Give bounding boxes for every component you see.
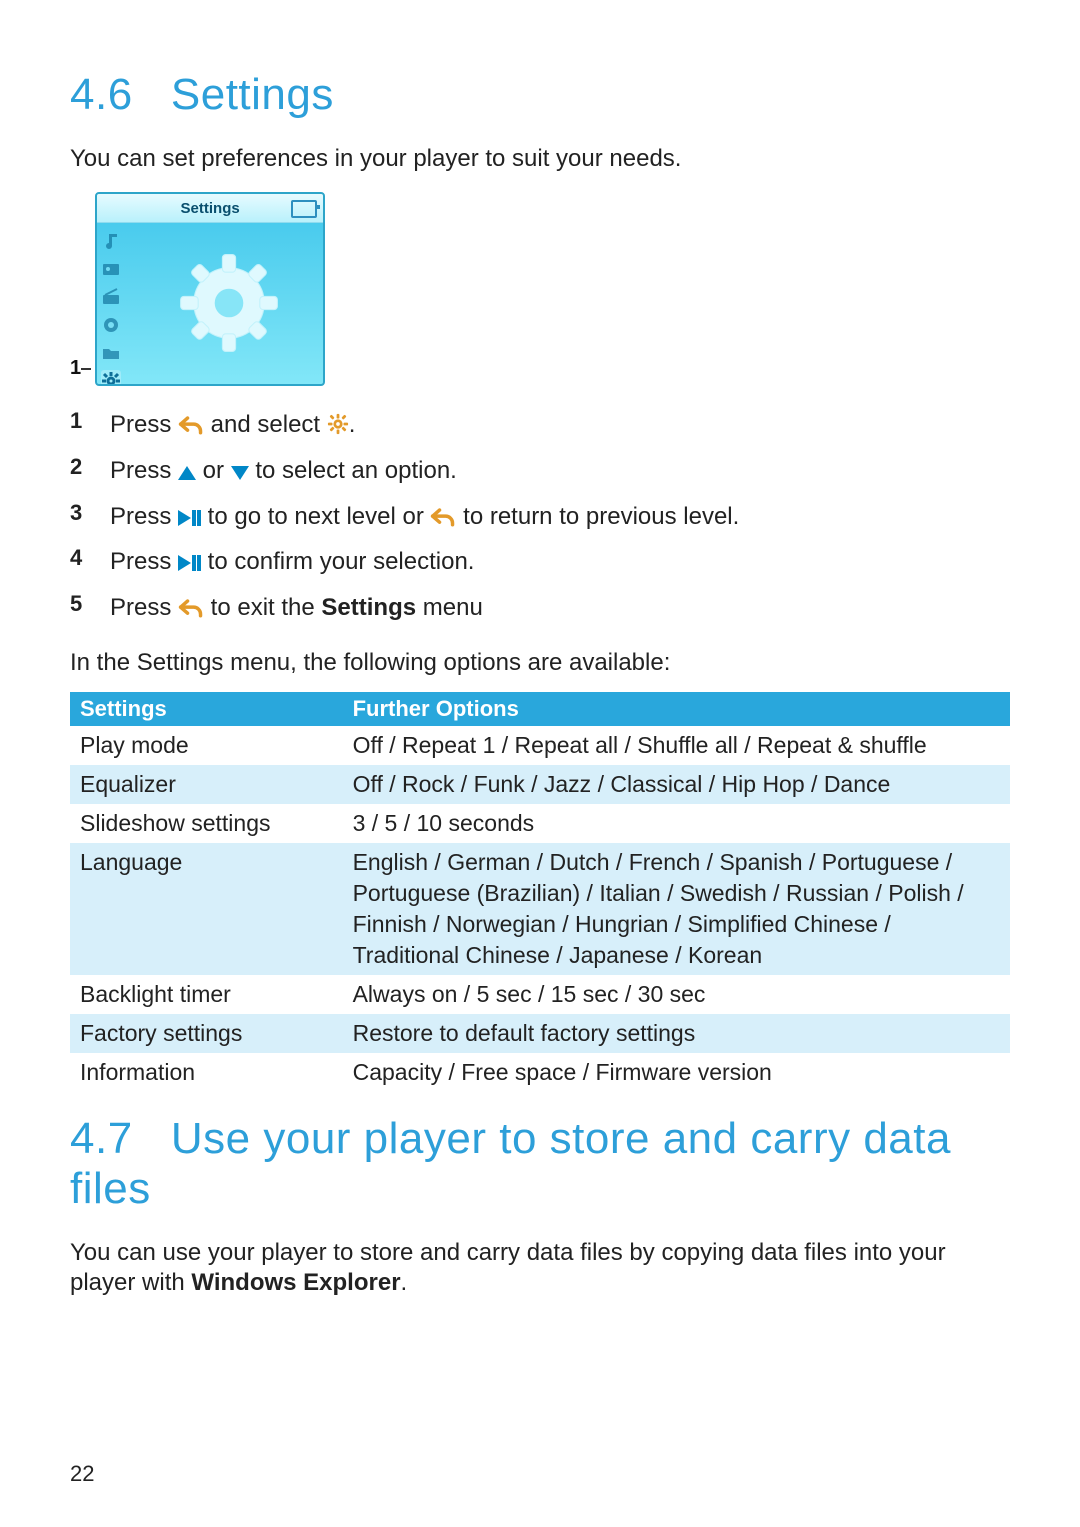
section46-intro: You can set preferences in your player t… [70, 144, 1010, 174]
settings-screenshot: 1 Settings [70, 192, 1010, 386]
setting-name: Factory settings [70, 1014, 343, 1053]
heading-title: Settings [171, 70, 334, 119]
folder-icon [101, 342, 121, 362]
setting-name: Language [70, 843, 343, 975]
step-text: Press [110, 457, 178, 484]
step-body: Press to exit the Settings menu [110, 591, 1010, 626]
step-bold: Settings [321, 594, 416, 621]
table-row: InformationCapacity / Free space / Firmw… [70, 1053, 1010, 1092]
section47-body: You can use your player to store and car… [70, 1238, 1010, 1298]
step-text: Press [110, 548, 178, 575]
step-text: to select an option. [249, 457, 457, 484]
setting-name: Equalizer [70, 765, 343, 804]
step-1: 1 Press and select [70, 408, 1010, 443]
step-text: to go to next level or [201, 503, 430, 530]
heading-number-47: 4.7 [70, 1114, 133, 1163]
step-2: 2 Press or to select an option. [70, 454, 1010, 489]
step-text: menu [416, 594, 483, 621]
table-row: Backlight timerAlways on / 5 sec / 15 se… [70, 975, 1010, 1014]
back-icon [178, 412, 204, 434]
table-row: Slideshow settings3 / 5 / 10 seconds [70, 804, 1010, 843]
heading-4-7: 4.7 Use your player to store and carry d… [70, 1114, 1010, 1214]
step-number: 4 [70, 545, 92, 571]
screenshot-legend-number: 1 [70, 357, 81, 379]
setting-options: English / German / Dutch / French / Span… [343, 843, 1010, 975]
step-5: 5 Press to exit the Settings menu [70, 591, 1010, 626]
step-body: Press to confirm your selection. [110, 545, 1010, 580]
step-text: Press [110, 411, 178, 438]
setting-name: Information [70, 1053, 343, 1092]
screenshot-legend: 1 [70, 357, 91, 380]
gear-large-icon [174, 248, 284, 358]
step-number: 5 [70, 591, 92, 617]
heading-4-6: 4.6 Settings [70, 70, 1010, 120]
step-text: to return to previous level. [456, 503, 739, 530]
music-icon [101, 230, 121, 250]
table-intro: In the Settings menu, the following opti… [70, 648, 1010, 678]
page-number: 22 [70, 1461, 94, 1487]
step-body: Press and select [110, 408, 1010, 443]
heading-title-47: Use your player to store and carry data … [70, 1114, 951, 1213]
table-row: EqualizerOff / Rock / Funk / Jazz / Clas… [70, 765, 1010, 804]
setting-options: Restore to default factory settings [343, 1014, 1010, 1053]
setting-options: Capacity / Free space / Firmware version [343, 1053, 1010, 1092]
setting-options: Off / Repeat 1 / Repeat all / Shuffle al… [343, 726, 1010, 765]
heading-number: 4.6 [70, 70, 133, 119]
play-pause-icon [178, 555, 201, 571]
device-title: Settings [181, 200, 240, 217]
setting-name: Backlight timer [70, 975, 343, 1014]
setting-options: Always on / 5 sec / 15 sec / 30 sec [343, 975, 1010, 1014]
th-settings: Settings [70, 692, 343, 726]
table-row: Factory settingsRestore to default facto… [70, 1014, 1010, 1053]
step-text: and select [204, 411, 327, 438]
table-row: LanguageEnglish / German / Dutch / Frenc… [70, 843, 1010, 975]
step-number: 3 [70, 500, 92, 526]
step-text: to exit the [204, 594, 321, 621]
device-sidebar [97, 222, 135, 384]
down-icon [231, 466, 249, 480]
device-screen: Settings [95, 192, 325, 386]
step-text: or [196, 457, 231, 484]
th-options: Further Options [343, 692, 1010, 726]
setting-options: Off / Rock / Funk / Jazz / Classical / H… [343, 765, 1010, 804]
gear-icon [327, 411, 349, 433]
settings-table: Settings Further Options Play modeOff / … [70, 692, 1010, 1092]
step-number: 1 [70, 408, 92, 434]
back-icon [178, 595, 204, 617]
step-text: Press [110, 594, 178, 621]
play-pause-icon [178, 510, 201, 526]
photo-icon [101, 258, 121, 278]
step-4: 4 Press to confirm your selection. [70, 545, 1010, 580]
gear-icon [101, 370, 121, 386]
record-icon [101, 314, 121, 334]
step-text: to confirm your selection. [201, 548, 474, 575]
up-icon [178, 466, 196, 480]
step-body: Press to go to next level or to return t… [110, 500, 1010, 535]
setting-name: Slideshow settings [70, 804, 343, 843]
table-row: Play modeOff / Repeat 1 / Repeat all / S… [70, 726, 1010, 765]
body-bold: Windows Explorer [191, 1269, 400, 1296]
steps-list: 1 Press and select [70, 408, 1010, 626]
battery-icon [291, 200, 317, 218]
setting-options: 3 / 5 / 10 seconds [343, 804, 1010, 843]
device-titlebar: Settings [97, 194, 323, 223]
step-text: Press [110, 503, 178, 530]
body-post: . [401, 1269, 408, 1296]
step-text: . [349, 411, 356, 438]
radio-icon [101, 286, 121, 306]
back-icon [430, 504, 456, 526]
step-number: 2 [70, 454, 92, 480]
step-3: 3 Press to go to next level or to return … [70, 500, 1010, 535]
step-body: Press or to select an option. [110, 454, 1010, 489]
setting-name: Play mode [70, 726, 343, 765]
